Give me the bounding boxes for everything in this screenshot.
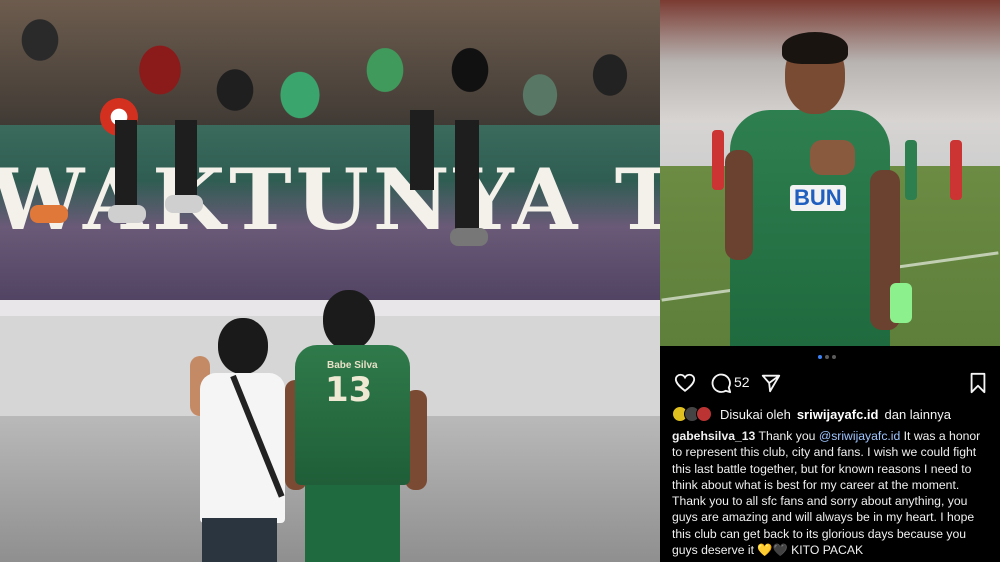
caption-text: It was a honor to represent this club, c… (672, 429, 981, 558)
comment-count: 52 (734, 374, 750, 390)
player-hair (782, 32, 848, 64)
liked-by-user-link[interactable]: sriwijayafc.id (797, 407, 879, 422)
fan-head (218, 318, 268, 374)
fan-leg (455, 120, 479, 230)
carousel-indicator (818, 355, 836, 359)
shoe (30, 205, 68, 223)
action-bar: 52 (674, 372, 990, 394)
background-player (712, 130, 724, 190)
player-arm (725, 150, 753, 260)
wrist-band (890, 283, 912, 323)
player-jersey (730, 110, 890, 346)
carousel-dot (825, 355, 829, 359)
left-photo: WAKTUNYA TA Babe Silva 13 (0, 0, 660, 562)
instagram-post-panel: 52 Disukai oleh sriwijayafc.id dan lainn… (660, 346, 1000, 562)
avatar (696, 406, 712, 422)
player-shorts (305, 485, 400, 562)
post-image[interactable]: BUN (660, 0, 1000, 346)
comment-icon[interactable] (710, 372, 732, 394)
background-player (905, 140, 917, 200)
banner-text: WAKTUNYA TA (0, 150, 660, 249)
carousel-dot (832, 355, 836, 359)
post-caption: gabehsilva_13 Thank you @sriwijayafc.id … (672, 428, 990, 558)
likes-prefix: Disukai oleh (720, 406, 791, 422)
fan-jeans (202, 518, 277, 562)
share-icon[interactable] (760, 372, 782, 394)
heart-icon[interactable] (674, 372, 696, 394)
shoe (165, 195, 203, 213)
player-head (323, 290, 375, 350)
bookmark-icon[interactable] (968, 372, 988, 394)
likes-line: Disukai oleh sriwijayafc.id dan lainnya (672, 406, 951, 422)
likes-suffix[interactable]: dan lainnya (884, 407, 951, 422)
caption-text-start: Thank you (758, 429, 816, 443)
fan-leg (115, 120, 137, 210)
caption-username[interactable]: gabehsilva_13 (672, 429, 755, 443)
shoe (108, 205, 146, 223)
fan-leg (410, 110, 434, 190)
liker-avatars (672, 406, 712, 422)
background-player (950, 140, 962, 200)
shoe (450, 228, 488, 246)
hand-on-chest (810, 140, 855, 175)
carousel-dot (818, 355, 822, 359)
player-back-view: Babe Silva 13 (285, 290, 435, 562)
crowd (0, 0, 660, 135)
caption-mention[interactable]: @sriwijayafc.id (819, 429, 900, 443)
jersey-number: 13 (325, 370, 373, 410)
fan-leg (175, 120, 197, 200)
jersey-sponsor: BUN (790, 185, 846, 211)
